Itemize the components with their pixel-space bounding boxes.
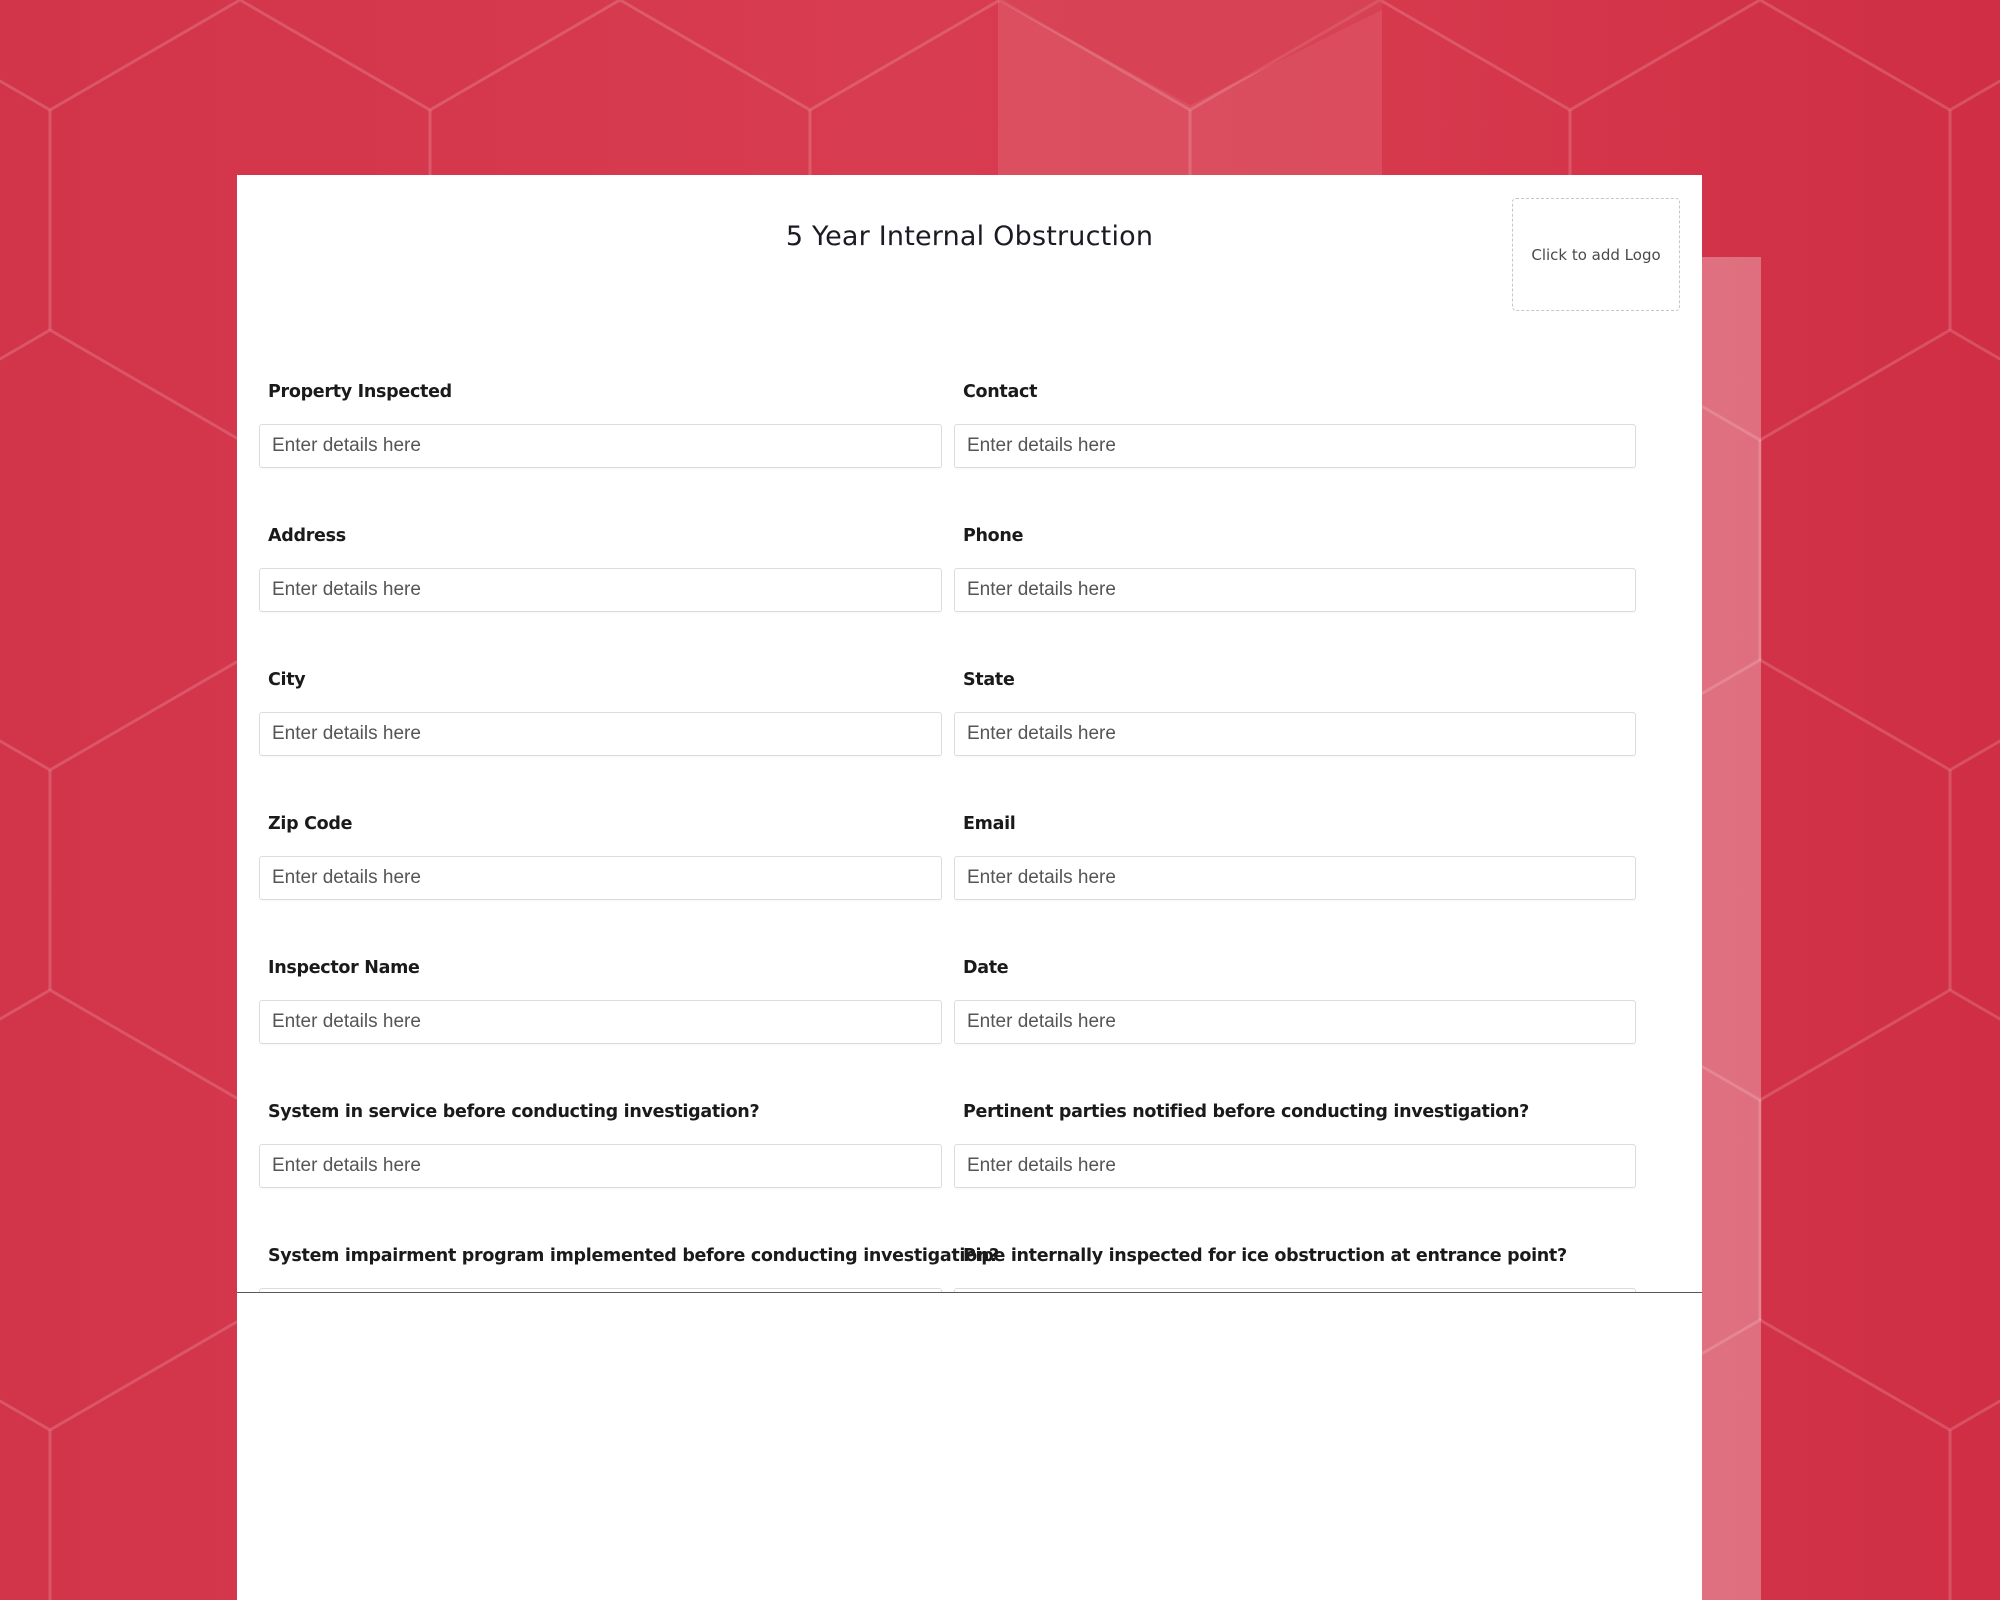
field-label: City bbox=[268, 670, 306, 690]
form-fields: Property Inspected Contact Address Phone Cit… bbox=[237, 175, 1702, 1292]
field-input[interactable] bbox=[954, 1000, 1636, 1044]
field-input[interactable] bbox=[259, 568, 942, 612]
field-label: Phone bbox=[963, 526, 1024, 546]
background-notch bbox=[998, 0, 1382, 105]
field-label: Property Inspected bbox=[268, 382, 452, 402]
field-label: System impairment program implemented be… bbox=[268, 1246, 999, 1266]
field-label: Date bbox=[963, 958, 1009, 978]
field-input[interactable] bbox=[259, 856, 942, 900]
field-input[interactable] bbox=[954, 856, 1636, 900]
page-break-divider bbox=[237, 1292, 1702, 1293]
field-input[interactable] bbox=[259, 1000, 942, 1044]
field-label: Pertinent parties notified before conduc… bbox=[963, 1102, 1530, 1122]
field-input[interactable] bbox=[259, 1144, 942, 1188]
field-label: State bbox=[963, 670, 1015, 690]
field-label: Address bbox=[268, 526, 346, 546]
field-label: System in service before conducting inve… bbox=[268, 1102, 760, 1122]
side-sheet-edge bbox=[1702, 257, 1761, 1600]
field-label: Inspector Name bbox=[268, 958, 420, 978]
field-input[interactable] bbox=[259, 712, 942, 756]
field-label: Zip Code bbox=[268, 814, 353, 834]
field-input[interactable] bbox=[954, 568, 1636, 612]
form-card: 5 Year Internal Obstruction Click to add… bbox=[237, 175, 1702, 1600]
field-label: Pipe internally inspected for ice obstru… bbox=[963, 1246, 1567, 1266]
field-label: Contact bbox=[963, 382, 1038, 402]
field-input[interactable] bbox=[954, 712, 1636, 756]
field-input[interactable] bbox=[954, 1144, 1636, 1188]
field-label: Email bbox=[963, 814, 1016, 834]
field-input[interactable] bbox=[954, 424, 1636, 468]
field-input[interactable] bbox=[259, 424, 942, 468]
